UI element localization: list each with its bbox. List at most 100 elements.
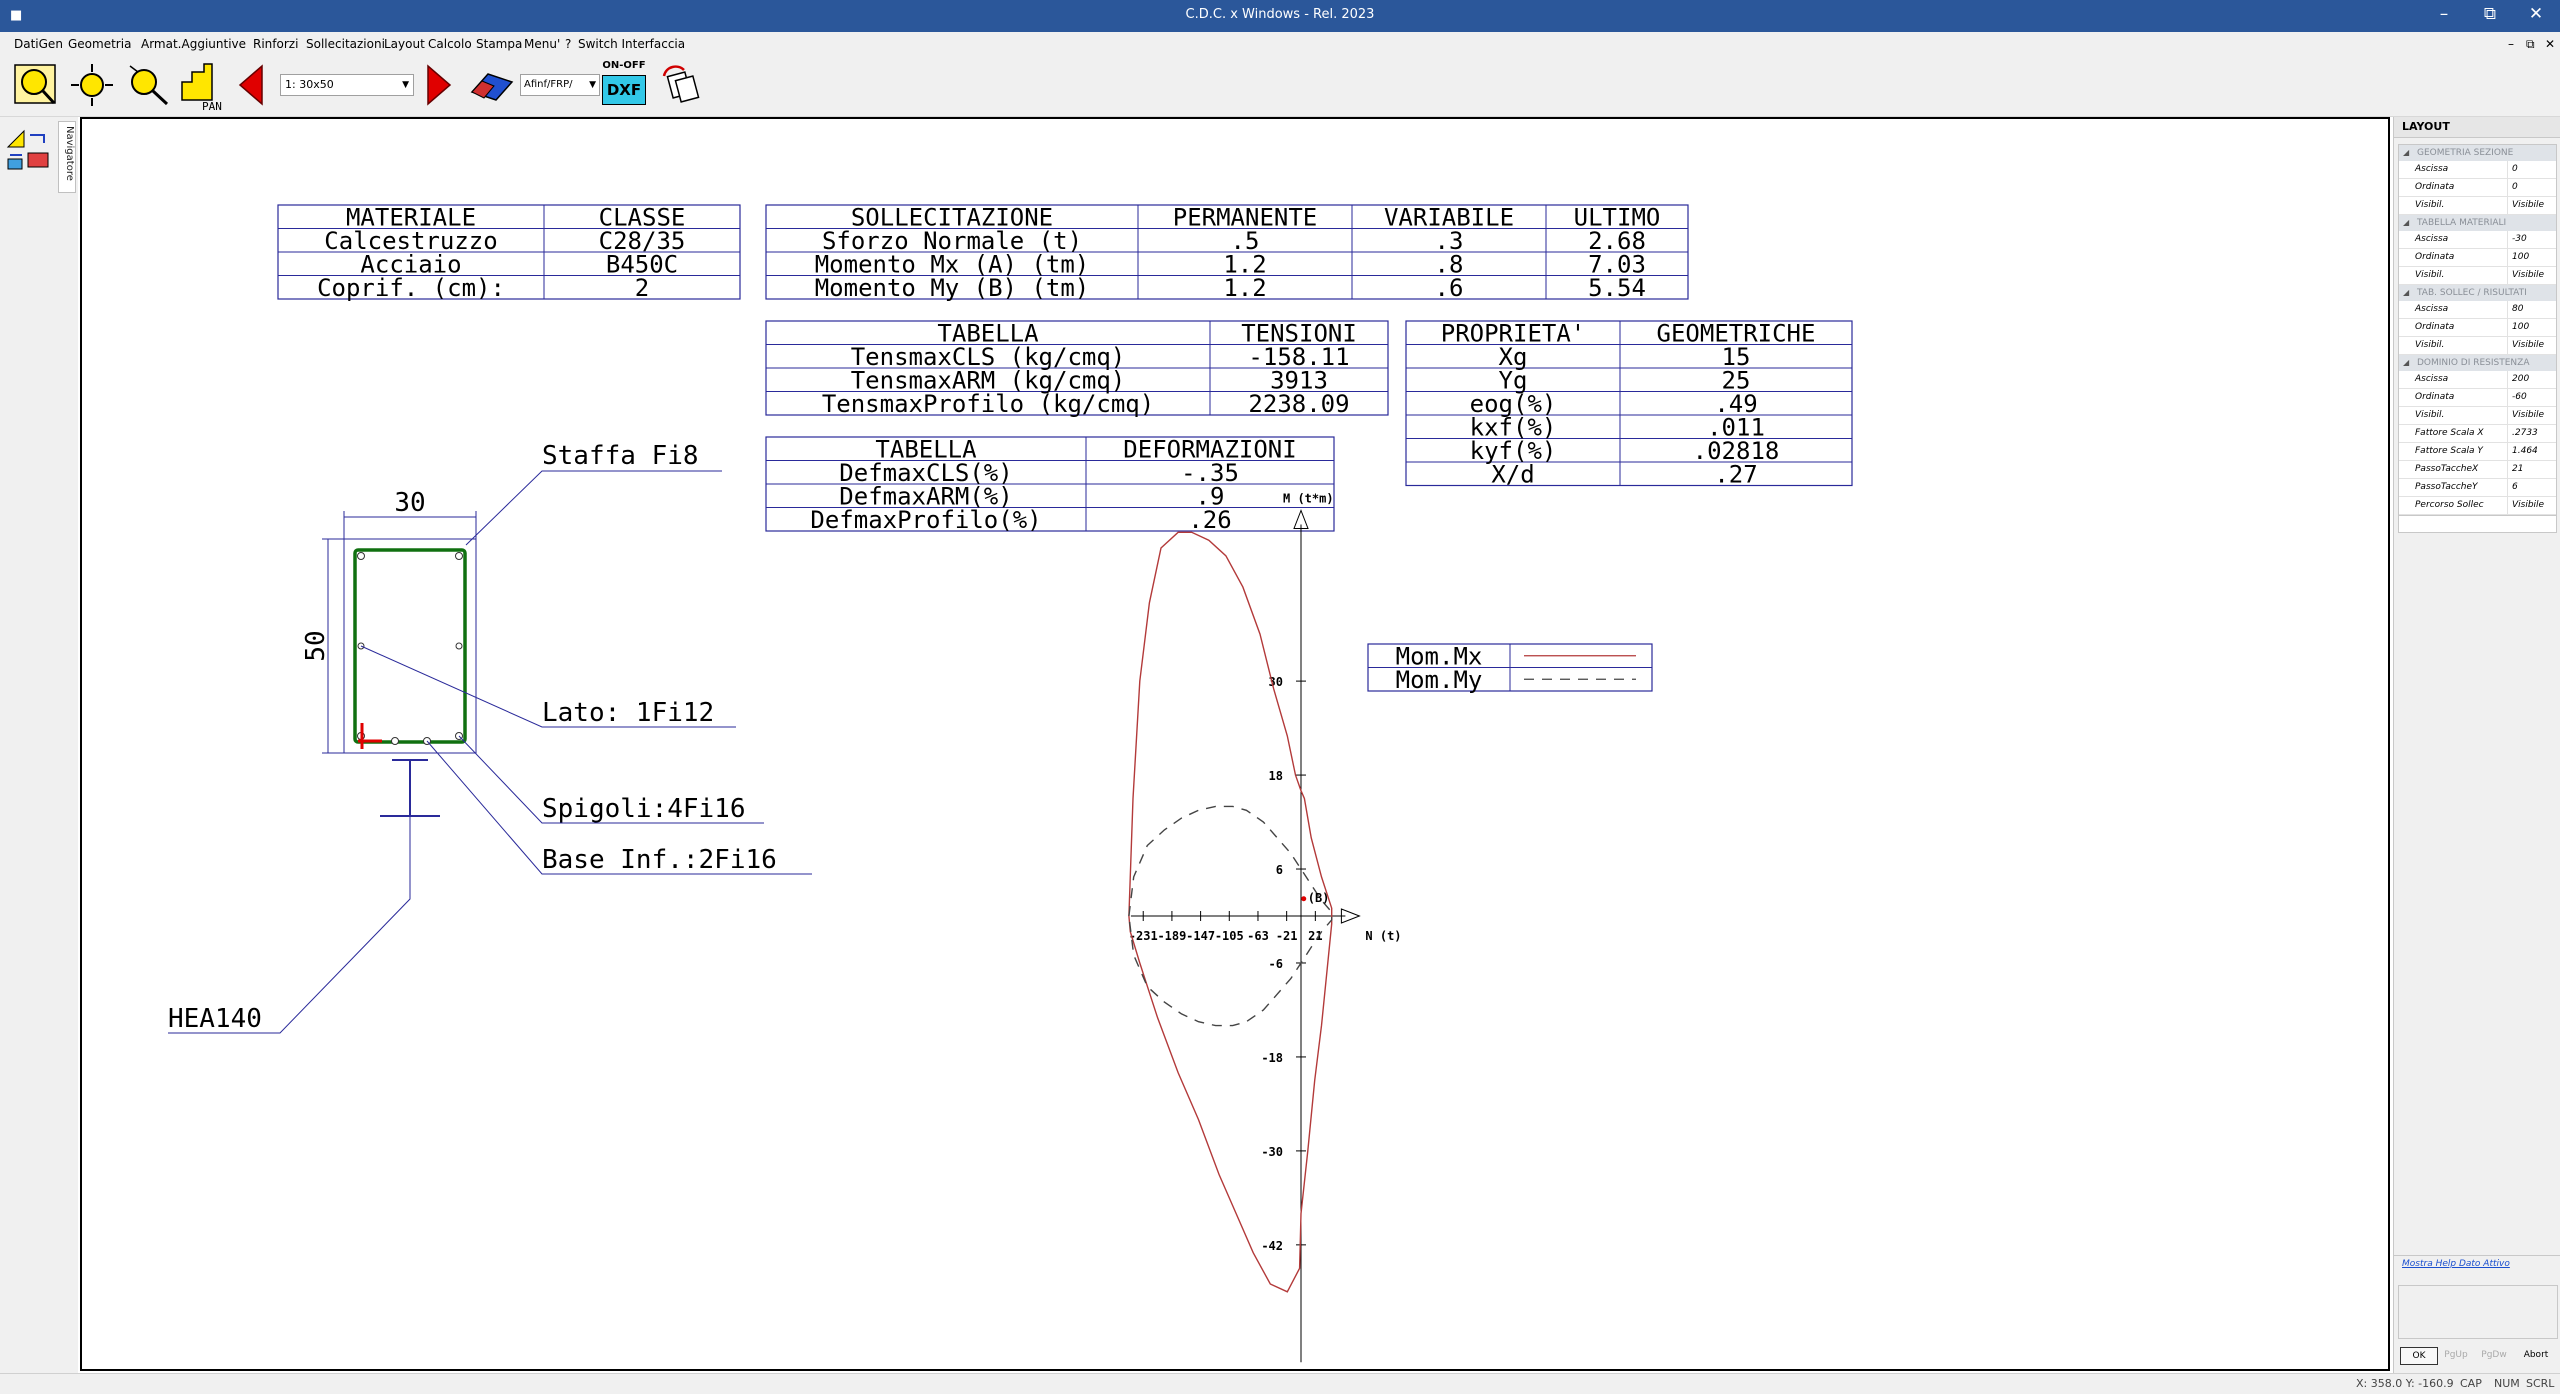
eraser-icon[interactable] <box>468 68 516 104</box>
property-group-header[interactable]: ◢ DOMINIO DI RESISTENZA <box>2399 355 2556 371</box>
property-row[interactable]: Ordinata -60 <box>2399 389 2556 407</box>
property-key: Ordinata <box>2399 389 2508 406</box>
property-row[interactable]: PassoTaccheY 6 <box>2399 479 2556 497</box>
spigoli-label: Spigoli:4Fi16 <box>542 794 746 824</box>
menu-calcolo[interactable]: Calcolo <box>428 37 472 51</box>
zoom-extents-icon[interactable] <box>68 62 116 108</box>
zoom-window-icon[interactable] <box>12 62 60 108</box>
dxf-export-button[interactable]: ON-OFF DXF <box>602 60 646 112</box>
window-title: C.D.C. x Windows - Rel. 2023 <box>1185 7 1375 22</box>
property-row[interactable]: Visibil. Visibile <box>2399 197 2556 215</box>
section-drawing: 30 50 Staffa Fi8 Lato: 1Fi12 Spigoli:4Fi… <box>168 441 812 1034</box>
property-key: Visibil. <box>2399 267 2508 284</box>
minimize-button[interactable]: – <box>2424 4 2464 24</box>
x-tick-label: 21 <box>1308 929 1322 943</box>
property-value[interactable]: Visibile <box>2508 267 2556 284</box>
previous-section-icon[interactable] <box>236 64 266 106</box>
close-button[interactable]: ✕ <box>2516 4 2556 24</box>
navigator-strip: Navigatore <box>0 117 78 1373</box>
property-row[interactable]: Visibil. Visibile <box>2399 337 2556 355</box>
property-row[interactable]: Visibil. Visibile <box>2399 407 2556 425</box>
section-select[interactable]: 1: 30x50 ▼ <box>280 74 414 96</box>
interaction-domain-chart: N (t)M (t*m)-231 -189 -147 -105 -63 -21 21-42-… <box>1128 492 1653 1363</box>
property-value[interactable]: 0 <box>2508 179 2556 196</box>
property-row[interactable]: PassoTaccheX 21 <box>2399 461 2556 479</box>
property-value[interactable]: 100 <box>2508 249 2556 266</box>
table-cell: .27 <box>1714 461 1757 489</box>
reinforcement-select-value: Afinf/FRP/ <box>524 79 573 90</box>
property-group-label: GEOMETRIA SEZIONE <box>2417 148 2514 158</box>
property-row[interactable]: Ascissa 200 <box>2399 371 2556 389</box>
x-tick-label: -21 <box>1276 929 1298 943</box>
property-value[interactable]: 1.464 <box>2508 443 2556 460</box>
drawing-canvas[interactable]: MATERIALE CLASSE Calcestruzzo C28/35 Acciaio… <box>80 117 2390 1371</box>
menu-datigen[interactable]: DatiGen <box>14 37 63 51</box>
property-row[interactable]: Ordinata 100 <box>2399 319 2556 337</box>
collapse-icon[interactable]: ◢ <box>2403 145 2409 161</box>
pgup-button[interactable]: PgUp <box>2438 1347 2474 1363</box>
property-row[interactable]: Ascissa -30 <box>2399 231 2556 249</box>
property-group-header[interactable]: ◢ TAB. SOLLEC / RISULTATI <box>2399 285 2556 301</box>
restore-button[interactable]: ⧉ <box>2470 4 2510 24</box>
tab-navigatore[interactable]: Navigatore <box>58 121 76 193</box>
property-value[interactable]: 200 <box>2508 371 2556 388</box>
collapse-icon[interactable]: ◢ <box>2403 215 2409 231</box>
property-row[interactable]: Ordinata 100 <box>2399 249 2556 267</box>
zoom-in-icon[interactable] <box>124 62 172 108</box>
property-row[interactable]: Fattore Scala X .2733 <box>2399 425 2556 443</box>
property-key: Ordinata <box>2399 179 2508 196</box>
mdi-minimize-button[interactable]: – <box>2508 37 2514 51</box>
property-key: Ordinata <box>2399 319 2508 336</box>
menu-armat-aggiuntive[interactable]: Armat.Aggiuntive <box>141 37 246 51</box>
ok-button[interactable]: OK <box>2400 1347 2438 1365</box>
property-value[interactable]: Visibile <box>2508 497 2556 514</box>
property-value[interactable]: Visibile <box>2508 407 2556 424</box>
y-tick-label: -18 <box>1261 1051 1283 1065</box>
pgdw-button[interactable]: PgDw <box>2476 1347 2512 1363</box>
property-row[interactable]: Visibil. Visibile <box>2399 267 2556 285</box>
menu-help[interactable]: ? <box>565 37 571 51</box>
property-value[interactable]: .2733 <box>2508 425 2556 442</box>
property-value[interactable]: 6 <box>2508 479 2556 496</box>
pan-icon[interactable]: PAN <box>176 60 228 112</box>
mdi-restore-button[interactable]: ⧉ <box>2526 37 2535 52</box>
property-value[interactable]: 80 <box>2508 301 2556 318</box>
help-link[interactable]: Mostra Help Dato Attivo <box>2402 1259 2510 1269</box>
property-value[interactable]: 100 <box>2508 319 2556 336</box>
property-value[interactable]: 0 <box>2508 161 2556 178</box>
property-row[interactable]: Percorso Sollec Visibile <box>2399 497 2556 515</box>
rebar-corner <box>357 552 365 560</box>
menu-menu[interactable]: Menu' <box>524 37 560 51</box>
profile-label: HEA140 <box>168 1004 262 1034</box>
property-value[interactable]: Visibile <box>2508 197 2556 214</box>
next-section-icon[interactable] <box>424 64 454 106</box>
menu-geometria[interactable]: Geometria <box>68 37 131 51</box>
menu-switch-interfaccia[interactable]: Switch Interfaccia <box>578 37 685 51</box>
property-value[interactable]: 21 <box>2508 461 2556 478</box>
menu-layout[interactable]: Layout <box>384 37 425 51</box>
property-group-header[interactable]: ◢ GEOMETRIA SEZIONE <box>2399 145 2556 161</box>
property-value[interactable]: Visibile <box>2508 337 2556 354</box>
toolbar: PAN 1: 30x50 ▼ Afinf/FRP/ ▼ ON-OFF DXF <box>0 56 2560 117</box>
property-value[interactable]: -30 <box>2508 231 2556 248</box>
table-sollecitazioni: SOLLECITAZIONE PERMANENTE VARIABILE ULTIMOS… <box>765 204 1689 302</box>
collapse-icon[interactable]: ◢ <box>2403 285 2409 301</box>
collapse-icon[interactable]: ◢ <box>2403 355 2409 371</box>
property-row[interactable]: Fattore Scala Y 1.464 <box>2399 443 2556 461</box>
mdi-close-button[interactable]: ✕ <box>2545 37 2555 51</box>
property-value[interactable]: -60 <box>2508 389 2556 406</box>
property-group-header[interactable]: ◢ TABELLA MATERIALI <box>2399 215 2556 231</box>
property-row[interactable]: Ascissa 80 <box>2399 301 2556 319</box>
menu-sollecitazioni[interactable]: Sollecitazioni <box>306 37 385 51</box>
rebar-base <box>391 737 399 745</box>
property-row[interactable]: Ordinata 0 <box>2399 179 2556 197</box>
menu-stampa[interactable]: Stampa <box>476 37 522 51</box>
table-cell: 2238.09 <box>1248 390 1349 418</box>
layout-tools-icon[interactable] <box>4 127 54 173</box>
height-label: 50 <box>301 630 331 661</box>
menu-rinforzi[interactable]: Rinforzi <box>253 37 298 51</box>
reinforcement-select[interactable]: Afinf/FRP/ ▼ <box>520 74 600 96</box>
print-icon[interactable] <box>656 62 706 112</box>
abort-button[interactable]: Abort <box>2516 1347 2556 1363</box>
property-row[interactable]: Ascissa 0 <box>2399 161 2556 179</box>
